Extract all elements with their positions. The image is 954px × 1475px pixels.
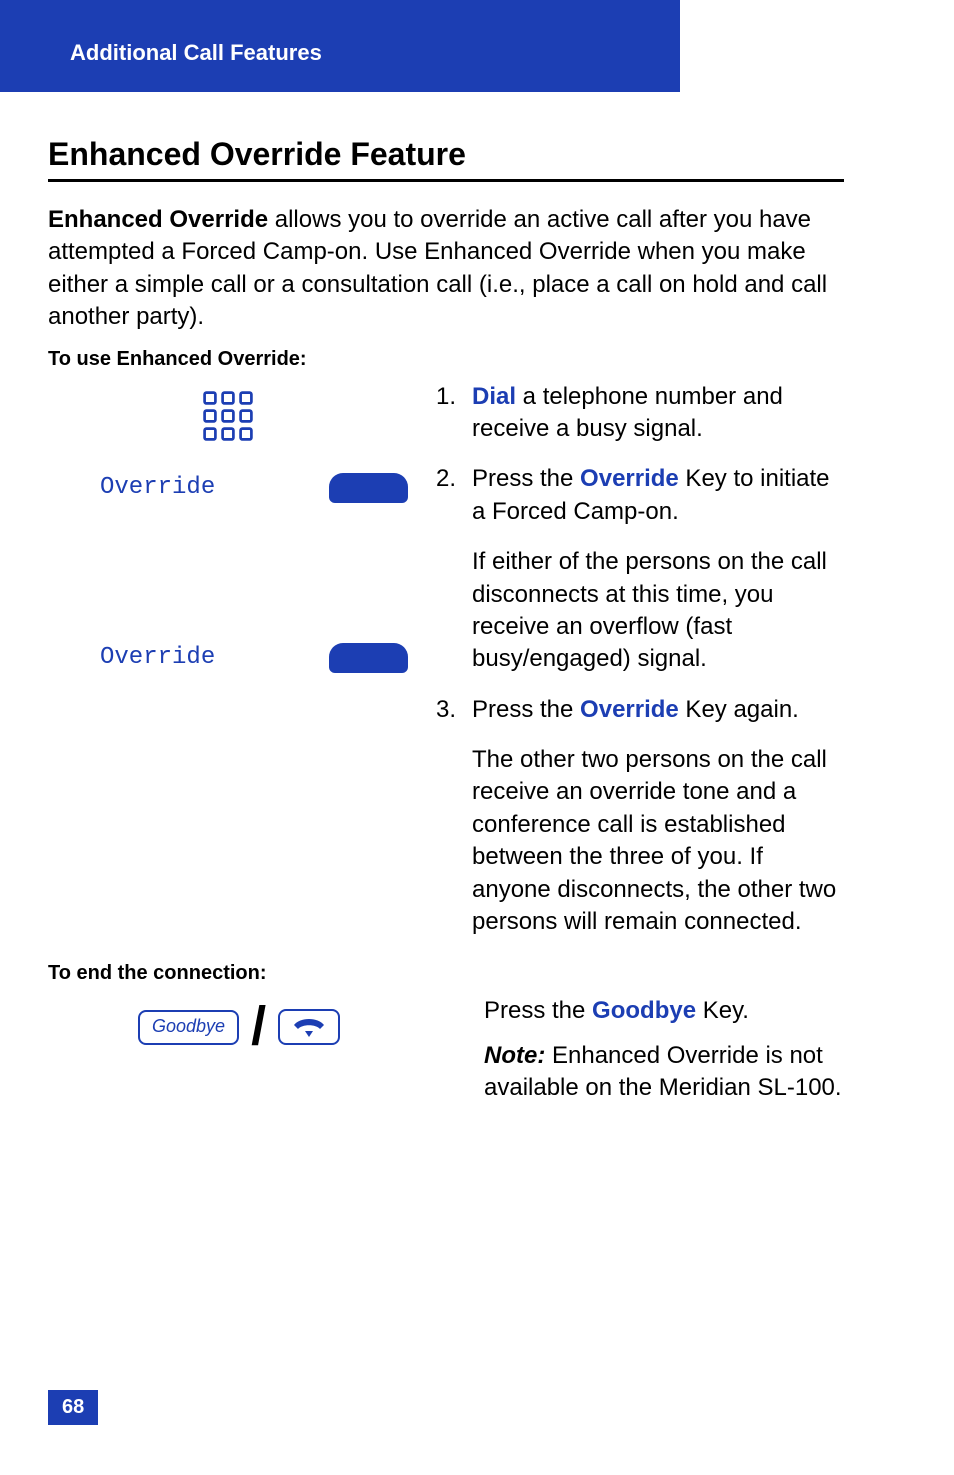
softkey-icon [329,473,408,503]
page-content: Enhanced Override Feature Enhanced Overr… [0,92,954,1105]
override-key-name: Override [580,465,679,492]
step-2-pre: Press the [472,465,580,492]
dialpad-icon [48,389,408,443]
slash-separator: / [249,1005,268,1048]
step-3: 3. Press the Override Key again. [436,694,844,726]
step-2: 2. Press the Override Key to initiate a … [436,463,844,528]
softkey-icon [329,643,408,673]
step-body: Press the Override Key again. [472,694,844,726]
step-number: 1. [436,381,472,446]
hangup-icon-chip [278,1009,340,1045]
step-number: 3. [436,694,472,726]
note-label: Note: [484,1042,545,1069]
intro-feature-name: Enhanced Override [48,206,268,233]
use-left-column: Override Override [48,381,408,713]
step-number: 2. [436,463,472,528]
press-post: Key. [696,997,749,1024]
press-pre: Press the [484,997,592,1024]
note-paragraph: Note: Enhanced Override is not available… [484,1040,844,1105]
steps-list-continued: 3. Press the Override Key again. [436,694,844,726]
step-3-follow: The other two persons on the call receiv… [472,744,844,938]
press-goodbye-line: Press the Goodbye Key. [484,995,844,1027]
intro-paragraph: Enhanced Override allows you to override… [48,204,844,334]
use-subheading: To use Enhanced Override: [48,348,844,371]
override-key-row-1: Override [48,473,408,503]
end-subheading: To end the connection: [48,962,844,985]
step-2-follow: If either of the persons on the call dis… [472,546,844,676]
override-key-row-2: Override [48,643,408,673]
handset-down-icon [290,1015,328,1039]
goodbye-label-chip: Goodbye [138,1010,239,1045]
step-1: 1. Dial a telephone number and receive a… [436,381,844,446]
override-key-name: Override [580,696,679,723]
section-heading: Enhanced Override Feature [48,136,844,182]
step-body: Dial a telephone number and receive a bu… [472,381,844,446]
step-3-pre: Press the [472,696,580,723]
goodbye-key-row: Goodbye / [48,1005,408,1048]
override-key-label-1: Override [100,474,219,501]
end-left-column: Goodbye / [48,995,408,1048]
chapter-header: Additional Call Features [0,0,680,92]
override-key-label-2: Override [100,644,219,671]
end-right-column: Press the Goodbye Key. Note: Enhanced Ov… [436,995,844,1104]
chapter-title: Additional Call Features [70,40,322,65]
use-right-column: 1. Dial a telephone number and receive a… [436,381,844,957]
step-body: Press the Override Key to initiate a For… [472,463,844,528]
step-3-post: Key again. [679,696,799,723]
end-section-columns: Goodbye / Press the Goodbye Key. Note: E… [48,995,844,1104]
use-section-columns: Override Override 1. Dial a telephone nu… [48,381,844,957]
document-page: Additional Call Features Enhanced Overri… [0,0,954,1475]
action-dial: Dial [472,383,516,410]
page-number: 68 [48,1390,98,1425]
steps-list: 1. Dial a telephone number and receive a… [436,381,844,529]
step-1-text: a telephone number and receive a busy si… [472,383,783,442]
goodbye-key-name: Goodbye [592,997,696,1024]
